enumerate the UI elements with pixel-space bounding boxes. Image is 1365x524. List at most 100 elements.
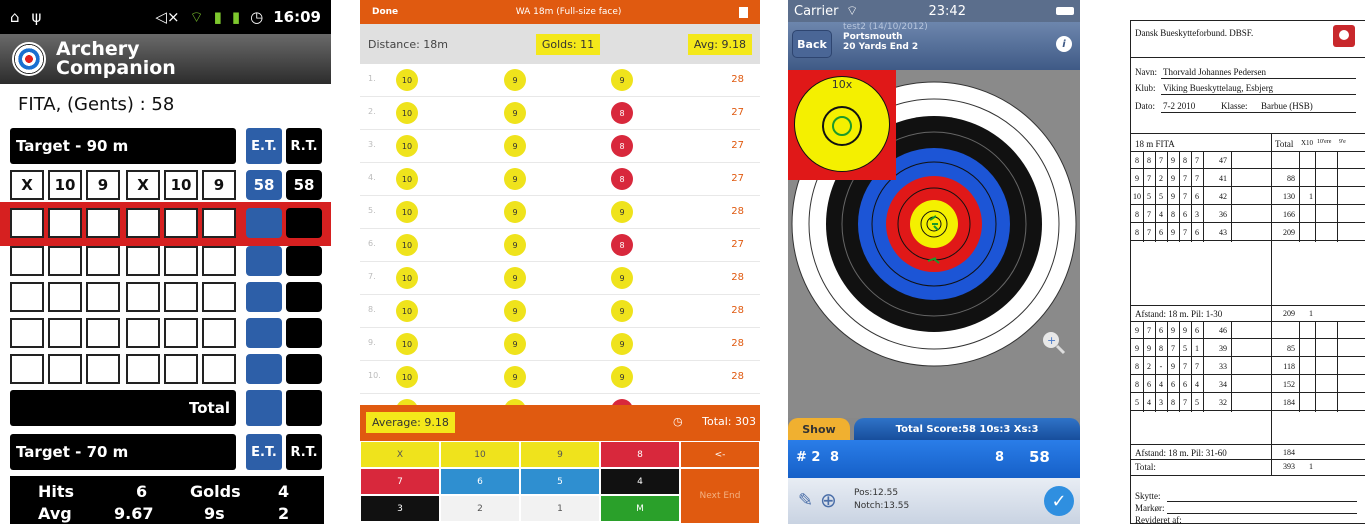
arrow-score[interactable] — [48, 208, 82, 238]
arrow-score[interactable] — [126, 208, 160, 238]
arrow-score[interactable] — [86, 246, 120, 276]
show-tab[interactable]: Show — [788, 418, 850, 440]
arrow-1-score: 10 — [396, 69, 418, 91]
arrow-score[interactable] — [126, 354, 160, 384]
end-row[interactable]: 1. 10 9 9 28 — [360, 64, 760, 97]
arrow-score[interactable] — [48, 282, 82, 312]
key-10[interactable]: 10 — [440, 441, 520, 468]
arrow-value: 10 — [1133, 192, 1141, 201]
arrow-score[interactable] — [48, 318, 82, 348]
arrow-score[interactable] — [126, 246, 160, 276]
arrow-1-score: 10 — [396, 234, 418, 256]
arrow-value: 9 — [1171, 156, 1175, 165]
score-row-3[interactable] — [10, 246, 324, 278]
arrow-score[interactable] — [86, 208, 120, 238]
arrow-score[interactable] — [126, 318, 160, 348]
end-score-bar[interactable]: # 2 8 8 58 — [788, 440, 1080, 478]
arrow-score[interactable]: X — [126, 170, 160, 200]
arrow-score[interactable] — [202, 318, 236, 348]
score-row-2[interactable] — [10, 208, 324, 240]
end-number: 4. — [368, 173, 376, 182]
end-row[interactable]: 7. 10 9 9 28 — [360, 262, 760, 295]
arrow-score[interactable] — [164, 354, 198, 384]
arrow-score[interactable] — [10, 282, 44, 312]
key-x[interactable]: X — [360, 441, 440, 468]
key-1[interactable]: 1 — [520, 495, 600, 522]
arrow-score[interactable]: X — [10, 170, 44, 200]
arrow-score[interactable] — [48, 246, 82, 276]
back-button[interactable]: Back — [792, 30, 832, 58]
rt-button[interactable]: R.T. — [286, 128, 322, 164]
done-button[interactable]: Done — [372, 7, 398, 17]
end-row[interactable]: 5. 10 9 9 28 — [360, 196, 760, 229]
rt-button[interactable]: R.T. — [286, 434, 322, 470]
arrow-score[interactable] — [164, 246, 198, 276]
arrow-score[interactable] — [86, 318, 120, 348]
arrow-score[interactable] — [10, 354, 44, 384]
section-header-70m: Target - 70 m E.T. R.T. — [10, 434, 324, 470]
end-row[interactable]: 10. 10 9 9 28 — [360, 361, 760, 394]
arrow-score[interactable] — [202, 282, 236, 312]
arrow-score[interactable] — [10, 318, 44, 348]
arrow-score[interactable] — [86, 282, 120, 312]
nines-value: 2 — [278, 504, 290, 523]
arrow-1-score: 10 — [396, 300, 418, 322]
arrow-score[interactable] — [202, 208, 236, 238]
key-8[interactable]: 8 — [600, 441, 680, 468]
key-9[interactable]: 9 — [520, 441, 600, 468]
score-row-4[interactable] — [10, 282, 324, 314]
end-row[interactable]: 8. 10 9 9 28 — [360, 295, 760, 328]
carrier-label: Carrier — [794, 3, 839, 19]
backspace-key[interactable]: <- — [680, 441, 760, 468]
arrow-score[interactable] — [10, 246, 44, 276]
key-miss[interactable]: M — [600, 495, 680, 522]
timer-icon[interactable]: ◷ — [673, 415, 683, 428]
et-score — [246, 354, 282, 384]
average-bar: Average: 9.18 ◷ Total: 303 — [360, 405, 760, 441]
key-4[interactable]: 4 — [600, 468, 680, 495]
score-row-5[interactable] — [10, 318, 324, 350]
key-6[interactable]: 6 — [440, 468, 520, 495]
arrow-score[interactable] — [164, 282, 198, 312]
arrow-score[interactable] — [164, 318, 198, 348]
arrow-score[interactable]: 9 — [202, 170, 236, 200]
next-end-button[interactable]: Next End — [680, 468, 760, 524]
crosshair-icon[interactable]: ⊕ — [820, 488, 837, 512]
col-9ere: 9'e — [1339, 139, 1346, 145]
average-badge: Average: 9.18 — [366, 412, 455, 433]
arrow-value: 9 — [1171, 326, 1175, 335]
arrow-score[interactable] — [126, 282, 160, 312]
arrow-score[interactable]: 10 — [164, 170, 198, 200]
edit-icon[interactable]: ✎ — [798, 490, 813, 511]
arrow-score[interactable] — [48, 354, 82, 384]
arrow-2-score: 9 — [504, 135, 526, 157]
arrow-score[interactable]: 10 — [48, 170, 82, 200]
nines-label: 9s — [204, 504, 225, 523]
info-icon[interactable]: i — [1056, 36, 1072, 52]
notes-icon[interactable] — [738, 6, 748, 18]
arrow-2-score: 9 — [504, 168, 526, 190]
confirm-check-icon[interactable]: ✓ — [1044, 486, 1074, 516]
end-row[interactable]: 2. 10 9 8 27 — [360, 97, 760, 130]
key-3[interactable]: 3 — [360, 495, 440, 522]
key-7[interactable]: 7 — [360, 468, 440, 495]
et-button[interactable]: E.T. — [246, 128, 282, 164]
key-5[interactable]: 5 — [520, 468, 600, 495]
arrow-score[interactable] — [10, 208, 44, 238]
end-row[interactable]: 6. 10 9 8 27 — [360, 229, 760, 262]
nav-title: test2 (14/10/2012) Portsmouth 20 Yards E… — [843, 22, 928, 52]
end-row[interactable]: 9. 10 9 9 28 — [360, 328, 760, 361]
end-row[interactable]: 4. 10 9 8 27 — [360, 163, 760, 196]
arrow-score[interactable] — [86, 354, 120, 384]
arrow-value: 6 — [1171, 380, 1175, 389]
arrow-score[interactable] — [202, 354, 236, 384]
end-sum: 47 — [1219, 156, 1227, 165]
arrow-score[interactable] — [164, 208, 198, 238]
arrow-score[interactable] — [202, 246, 236, 276]
end-row[interactable]: 3. 10 9 8 27 — [360, 130, 760, 163]
key-2[interactable]: 2 — [440, 495, 520, 522]
et-button[interactable]: E.T. — [246, 434, 282, 470]
end-sum: 43 — [1219, 228, 1227, 237]
arrow-score[interactable]: 9 — [86, 170, 120, 200]
score-row-6[interactable] — [10, 354, 324, 386]
